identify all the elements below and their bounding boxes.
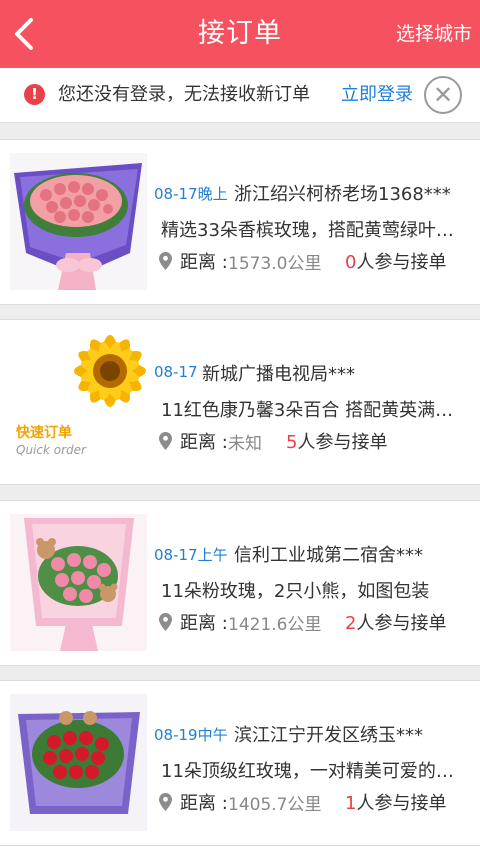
order-description: 精选33朵香槟玫瑰，搭配黄莺绿叶… bbox=[161, 220, 454, 241]
participant-count: 2人参与接单 bbox=[345, 609, 446, 635]
top-bar: 接订单 选择城市 bbox=[0, 0, 480, 68]
order-date: 08-17 bbox=[154, 363, 198, 381]
login-notice: ! 您还没有登录，无法接收新订单 立即登录 ✕ bbox=[0, 68, 480, 123]
order-card[interactable]: 08-19中午 滨江江宁开发区绣玉*** 11朵顶级红玫瑰，一对精美可爱的… 距… bbox=[0, 680, 480, 846]
close-icon[interactable]: ✕ bbox=[424, 76, 462, 114]
login-link[interactable]: 立即登录 bbox=[341, 68, 413, 122]
pink-rose-bear-bouquet-image bbox=[10, 514, 147, 651]
distance-label: 距离 : bbox=[180, 432, 228, 453]
order-card[interactable]: 08-17晚上 浙江绍兴柯桥老场1368*** 精选33朵香槟玫瑰，搭配黄莺绿叶… bbox=[0, 139, 480, 305]
participant-number: 5 bbox=[286, 432, 298, 453]
distance-value: 1573.0公里 bbox=[228, 254, 322, 274]
distance-label: 距离 : bbox=[180, 252, 228, 273]
order-address: 滨江江宁开发区绣玉*** bbox=[234, 725, 423, 746]
select-city-button[interactable]: 选择城市 bbox=[396, 0, 472, 68]
order-date: 08-19中午 bbox=[154, 726, 228, 744]
order-card[interactable]: 08-17上午 信利工业城第二宿舍*** 11朵粉玫瑰，2只小熊，如图包装 距离… bbox=[0, 500, 480, 666]
red-rose-bear-bouquet-image bbox=[10, 694, 147, 831]
location-pin-icon bbox=[159, 432, 172, 450]
distance-label: 距离 : bbox=[180, 613, 228, 634]
participant-suffix: 人参与接单 bbox=[297, 432, 388, 453]
participant-suffix: 人参与接单 bbox=[356, 613, 447, 634]
order-date: 08-17上午 bbox=[154, 546, 228, 564]
participant-number: 1 bbox=[345, 793, 357, 814]
quick-order-badge-cn: 快速订单 bbox=[16, 424, 72, 441]
participant-count: 0人参与接单 bbox=[345, 248, 446, 274]
distance-label: 距离 : bbox=[180, 793, 228, 814]
order-description: 11朵顶级红玫瑰，一对精美可爱的… bbox=[161, 761, 454, 782]
order-date: 08-17晚上 bbox=[154, 185, 228, 203]
participant-number: 2 bbox=[345, 613, 357, 634]
participant-number: 0 bbox=[345, 252, 357, 273]
order-address: 信利工业城第二宿舍*** bbox=[234, 545, 423, 566]
participant-count: 5人参与接单 bbox=[286, 428, 387, 454]
notice-text: 您还没有登录，无法接收新订单 bbox=[58, 84, 310, 105]
distance-value: 未知 bbox=[228, 434, 262, 454]
quick-order-sunflower-image: 快速订单 Quick order bbox=[10, 333, 147, 470]
distance-value: 1421.6公里 bbox=[228, 615, 322, 635]
participant-suffix: 人参与接单 bbox=[356, 793, 447, 814]
distance-value: 1405.7公里 bbox=[228, 795, 322, 815]
participant-count: 1人参与接单 bbox=[345, 789, 446, 815]
pink-rose-bouquet-image bbox=[10, 153, 147, 290]
warning-icon: ! bbox=[24, 84, 45, 105]
participant-suffix: 人参与接单 bbox=[356, 252, 447, 273]
quick-order-badge-en: Quick order bbox=[16, 443, 87, 457]
order-address: 浙江绍兴柯桥老场1368*** bbox=[234, 184, 451, 205]
location-pin-icon bbox=[159, 793, 172, 811]
location-pin-icon bbox=[159, 613, 172, 631]
order-address: 新城广播电视局*** bbox=[202, 364, 355, 385]
order-card[interactable]: 快速订单 Quick order 08-17 新城广播电视局*** 11红色康乃… bbox=[0, 319, 480, 485]
location-pin-icon bbox=[159, 252, 172, 270]
order-description: 11红色康乃馨3朵百合 搭配黄英满… bbox=[161, 400, 454, 421]
order-description: 11朵粉玫瑰，2只小熊，如图包装 bbox=[161, 581, 430, 602]
